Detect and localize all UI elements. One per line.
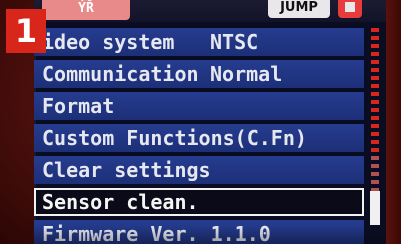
menu-item-video-system[interactable]: ideo system NTSC [34, 28, 364, 56]
menu-item-label: Custom Functions(C.Fn) [42, 126, 307, 150]
scrollbar-track-dot [371, 140, 379, 144]
scrollbar-track-dot [371, 100, 379, 104]
menu-item-label: Firmware Ver. 1.1.0 [42, 222, 271, 244]
menu-item-firmware-version[interactable]: Firmware Ver. 1.1.0 [34, 220, 364, 244]
menu-item-value: Normal [210, 62, 283, 86]
step-number-badge: 1 [6, 9, 46, 53]
scrollbar-track-dot [371, 164, 379, 168]
scrollbar-track-dot [371, 60, 379, 64]
tab-setup-active[interactable]: ÝŘ [42, 0, 130, 20]
wrench-icon [345, 2, 355, 12]
jump-button[interactable]: JUMP [268, 0, 330, 18]
menu-scrollbar[interactable] [368, 24, 382, 244]
scrollbar-track-dot [371, 76, 379, 80]
scrollbar-track-dot [371, 92, 379, 96]
menu-item-label: Communication [42, 62, 199, 86]
scrollbar-track-dot [371, 124, 379, 128]
scrollbar-track-dot [371, 180, 379, 184]
menu-item-label: Format [42, 94, 115, 118]
camera-body-edge [386, 0, 401, 244]
menu-item-label: Sensor clean. [42, 190, 199, 214]
tab-settings[interactable] [338, 0, 362, 18]
scrollbar-track-dot [371, 44, 379, 48]
camera-screen-photo: ÝŘ JUMP 1 ideo system NTSC Communication… [0, 0, 401, 244]
menu-item-custom-functions[interactable]: Custom Functions(C.Fn) [34, 124, 364, 152]
scrollbar-track-dot [371, 132, 379, 136]
menu-item-format[interactable]: Format [34, 92, 364, 120]
scrollbar-track-dot [371, 28, 379, 32]
menu-item-communication[interactable]: Communication Normal [34, 60, 364, 88]
scrollbar-track-dot [371, 148, 379, 152]
scrollbar-track-dot [371, 36, 379, 40]
scrollbar-track-dot [371, 108, 379, 112]
scrollbar-thumb[interactable] [370, 191, 380, 225]
scrollbar-track-dot [371, 84, 379, 88]
menu-item-label: ideo system [42, 30, 175, 54]
scrollbar-track-dot [371, 116, 379, 120]
scrollbar-track-dot [371, 172, 379, 176]
menu-item-sensor-clean[interactable]: Sensor clean. [34, 188, 364, 216]
scrollbar-track-dot [371, 68, 379, 72]
menu-item-value: NTSC [210, 30, 259, 54]
menu-list: ideo system NTSC Communication Normal Fo… [34, 28, 364, 244]
scrollbar-track-dot [371, 156, 379, 160]
scrollbar-track-dot [371, 52, 379, 56]
menu-item-clear-settings[interactable]: Clear settings [34, 156, 364, 184]
menu-item-label: Clear settings [42, 158, 211, 182]
